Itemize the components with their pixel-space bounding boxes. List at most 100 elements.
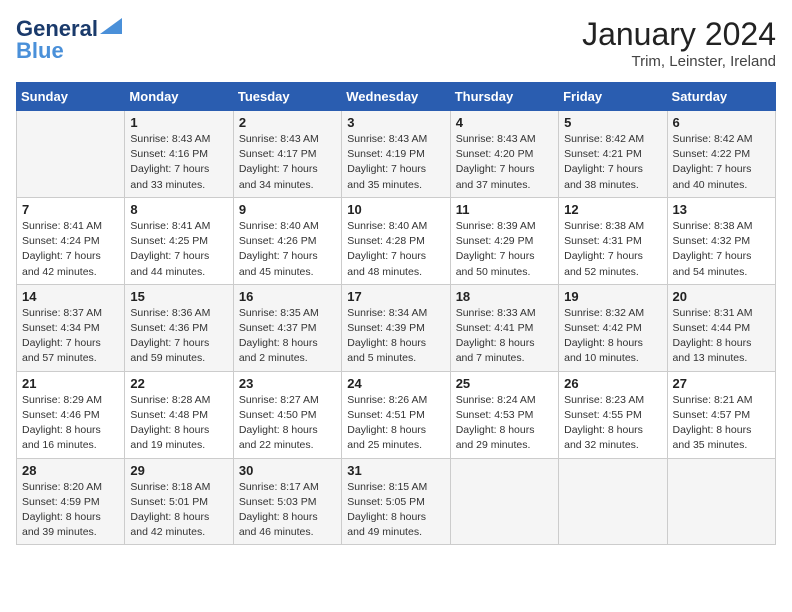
logo: General Blue — [16, 16, 122, 64]
day-number: 12 — [564, 202, 661, 217]
day-info: Sunrise: 8:31 AMSunset: 4:44 PMDaylight:… — [673, 306, 770, 367]
day-info: Sunrise: 8:43 AMSunset: 4:20 PMDaylight:… — [456, 132, 553, 193]
day-cell: 14 Sunrise: 8:37 AMSunset: 4:34 PMDayligh… — [17, 284, 125, 371]
day-cell: 31Sunrise: 8:15 AMSunset: 5:05 PMDayligh… — [342, 458, 450, 545]
day-cell: 10 Sunrise: 8:40 AMSunset: 4:28 PMDayligh… — [342, 197, 450, 284]
day-cell: 27 Sunrise: 8:21 AMSunset: 4:57 PMDayligh… — [667, 371, 775, 458]
day-header-tuesday: Tuesday — [233, 83, 341, 111]
day-number: 7 — [22, 202, 119, 217]
day-info: Sunrise: 8:43 AMSunset: 4:19 PMDaylight:… — [347, 132, 444, 193]
day-cell: 22 Sunrise: 8:28 AMSunset: 4:48 PMDayligh… — [125, 371, 233, 458]
day-cell — [667, 458, 775, 545]
day-cell: 12 Sunrise: 8:38 AMSunset: 4:31 PMDayligh… — [559, 197, 667, 284]
day-info: Sunrise: 8:33 AMSunset: 4:41 PMDaylight:… — [456, 306, 553, 367]
day-info: Sunrise: 8:28 AMSunset: 4:48 PMDaylight:… — [130, 393, 227, 454]
day-cell: 28Sunrise: 8:20 AMSunset: 4:59 PMDayligh… — [17, 458, 125, 545]
day-number: 30 — [239, 463, 336, 478]
month-title: January 2024 — [582, 16, 776, 53]
header-row: SundayMondayTuesdayWednesdayThursdayFrid… — [17, 83, 776, 111]
day-cell: 29Sunrise: 8:18 AMSunset: 5:01 PMDayligh… — [125, 458, 233, 545]
day-cell: 20 Sunrise: 8:31 AMSunset: 4:44 PMDayligh… — [667, 284, 775, 371]
header: General Blue January 2024 Trim, Leinster… — [16, 16, 776, 70]
day-cell: 8 Sunrise: 8:41 AMSunset: 4:25 PMDaylight… — [125, 197, 233, 284]
day-number: 27 — [673, 376, 770, 391]
day-info: Sunrise: 8:41 AMSunset: 4:24 PMDaylight:… — [22, 219, 119, 280]
day-number: 13 — [673, 202, 770, 217]
day-info: Sunrise: 8:34 AMSunset: 4:39 PMDaylight:… — [347, 306, 444, 367]
day-number: 5 — [564, 115, 661, 130]
day-cell — [559, 458, 667, 545]
day-number: 8 — [130, 202, 227, 217]
day-info: Sunrise: 8:26 AMSunset: 4:51 PMDaylight:… — [347, 393, 444, 454]
day-number: 20 — [673, 289, 770, 304]
logo-blue: Blue — [16, 38, 64, 64]
day-number: 28 — [22, 463, 119, 478]
day-info: Sunrise: 8:43 AMSunset: 4:16 PMDaylight:… — [130, 132, 227, 193]
day-number: 11 — [456, 202, 553, 217]
day-info: Sunrise: 8:37 AMSunset: 4:34 PMDaylight:… — [22, 306, 119, 367]
day-info: Sunrise: 8:15 AMSunset: 5:05 PMDaylight:… — [347, 480, 444, 541]
day-number: 24 — [347, 376, 444, 391]
day-info: Sunrise: 8:43 AMSunset: 4:17 PMDaylight:… — [239, 132, 336, 193]
day-number: 16 — [239, 289, 336, 304]
location-title: Trim, Leinster, Ireland — [582, 53, 776, 70]
day-info: Sunrise: 8:38 AMSunset: 4:32 PMDaylight:… — [673, 219, 770, 280]
week-row-4: 21Sunrise: 8:29 AMSunset: 4:46 PMDayligh… — [17, 371, 776, 458]
day-number: 1 — [130, 115, 227, 130]
day-number: 26 — [564, 376, 661, 391]
day-cell — [450, 458, 558, 545]
day-cell — [17, 111, 125, 198]
day-cell: 3 Sunrise: 8:43 AMSunset: 4:19 PMDaylight… — [342, 111, 450, 198]
day-cell: 26 Sunrise: 8:23 AMSunset: 4:55 PMDayligh… — [559, 371, 667, 458]
day-info: Sunrise: 8:23 AMSunset: 4:55 PMDaylight:… — [564, 393, 661, 454]
day-number: 15 — [130, 289, 227, 304]
day-number: 14 — [22, 289, 119, 304]
day-header-sunday: Sunday — [17, 83, 125, 111]
day-info: Sunrise: 8:40 AMSunset: 4:28 PMDaylight:… — [347, 219, 444, 280]
day-header-saturday: Saturday — [667, 83, 775, 111]
logo-icon — [100, 18, 122, 34]
day-cell: 15 Sunrise: 8:36 AMSunset: 4:36 PMDayligh… — [125, 284, 233, 371]
day-info: Sunrise: 8:40 AMSunset: 4:26 PMDaylight:… — [239, 219, 336, 280]
day-number: 23 — [239, 376, 336, 391]
day-number: 4 — [456, 115, 553, 130]
day-number: 17 — [347, 289, 444, 304]
calendar-table: SundayMondayTuesdayWednesdayThursdayFrid… — [16, 82, 776, 545]
day-info: Sunrise: 8:36 AMSunset: 4:36 PMDaylight:… — [130, 306, 227, 367]
day-info: Sunrise: 8:27 AMSunset: 4:50 PMDaylight:… — [239, 393, 336, 454]
week-row-5: 28Sunrise: 8:20 AMSunset: 4:59 PMDayligh… — [17, 458, 776, 545]
day-header-friday: Friday — [559, 83, 667, 111]
day-info: Sunrise: 8:41 AMSunset: 4:25 PMDaylight:… — [130, 219, 227, 280]
day-header-thursday: Thursday — [450, 83, 558, 111]
day-number: 29 — [130, 463, 227, 478]
day-info: Sunrise: 8:21 AMSunset: 4:57 PMDaylight:… — [673, 393, 770, 454]
day-info: Sunrise: 8:42 AMSunset: 4:21 PMDaylight:… — [564, 132, 661, 193]
day-info: Sunrise: 8:24 AMSunset: 4:53 PMDaylight:… — [456, 393, 553, 454]
day-info: Sunrise: 8:29 AMSunset: 4:46 PMDaylight:… — [22, 393, 119, 454]
week-row-2: 7 Sunrise: 8:41 AMSunset: 4:24 PMDaylight… — [17, 197, 776, 284]
day-cell: 24 Sunrise: 8:26 AMSunset: 4:51 PMDayligh… — [342, 371, 450, 458]
day-number: 25 — [456, 376, 553, 391]
day-number: 19 — [564, 289, 661, 304]
day-cell: 2 Sunrise: 8:43 AMSunset: 4:17 PMDaylight… — [233, 111, 341, 198]
day-cell: 19 Sunrise: 8:32 AMSunset: 4:42 PMDayligh… — [559, 284, 667, 371]
day-number: 22 — [130, 376, 227, 391]
day-cell: 6Sunrise: 8:42 AMSunset: 4:22 PMDaylight… — [667, 111, 775, 198]
day-cell: 25 Sunrise: 8:24 AMSunset: 4:53 PMDayligh… — [450, 371, 558, 458]
day-info: Sunrise: 8:39 AMSunset: 4:29 PMDaylight:… — [456, 219, 553, 280]
day-number: 10 — [347, 202, 444, 217]
day-cell: 21Sunrise: 8:29 AMSunset: 4:46 PMDayligh… — [17, 371, 125, 458]
day-cell: 1 Sunrise: 8:43 AMSunset: 4:16 PMDaylight… — [125, 111, 233, 198]
day-cell: 13 Sunrise: 8:38 AMSunset: 4:32 PMDayligh… — [667, 197, 775, 284]
day-cell: 9 Sunrise: 8:40 AMSunset: 4:26 PMDaylight… — [233, 197, 341, 284]
day-cell: 30Sunrise: 8:17 AMSunset: 5:03 PMDayligh… — [233, 458, 341, 545]
day-number: 9 — [239, 202, 336, 217]
day-header-wednesday: Wednesday — [342, 83, 450, 111]
day-cell: 4 Sunrise: 8:43 AMSunset: 4:20 PMDaylight… — [450, 111, 558, 198]
day-cell: 7 Sunrise: 8:41 AMSunset: 4:24 PMDaylight… — [17, 197, 125, 284]
day-number: 18 — [456, 289, 553, 304]
day-number: 3 — [347, 115, 444, 130]
day-number: 2 — [239, 115, 336, 130]
day-info: Sunrise: 8:32 AMSunset: 4:42 PMDaylight:… — [564, 306, 661, 367]
day-info: Sunrise: 8:38 AMSunset: 4:31 PMDaylight:… — [564, 219, 661, 280]
